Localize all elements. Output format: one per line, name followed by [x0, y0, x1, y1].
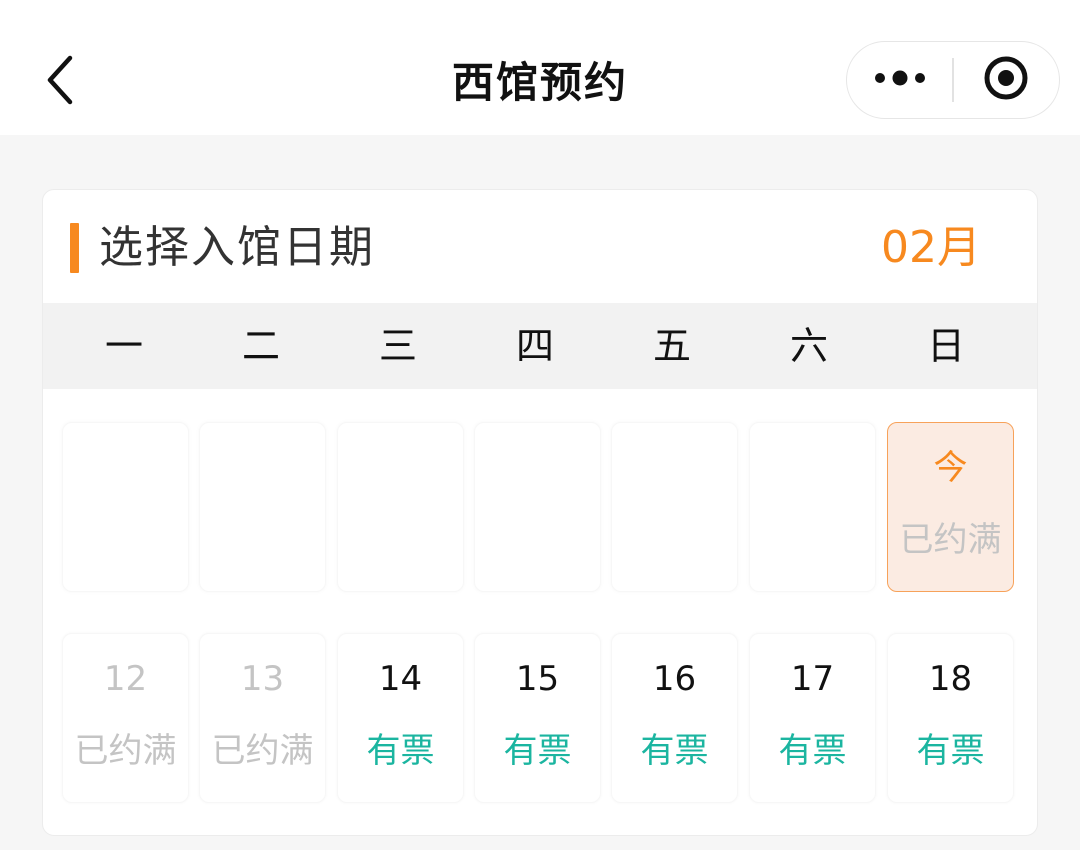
calendar-card: 选择入馆日期 02月 一 二 三 四 五 六 日 今 已约满 12 已约满 13… — [42, 189, 1038, 836]
day-status — [475, 515, 600, 565]
page-title: 西馆预约 — [451, 58, 628, 107]
day-status: 有票 — [916, 731, 985, 771]
day-status — [612, 515, 737, 565]
day-number — [200, 443, 325, 493]
day-status: 有票 — [366, 731, 435, 771]
day-status — [338, 515, 463, 565]
day-status — [200, 515, 325, 565]
calendar-day-cell[interactable]: 12 已约满 — [62, 633, 189, 803]
day-number: 今 — [933, 448, 968, 488]
day-status — [750, 515, 875, 565]
weekday-label: 四 — [515, 324, 554, 368]
calendar-day-cell — [611, 422, 738, 592]
month-label: 02月 — [881, 222, 981, 273]
day-status: 有票 — [778, 731, 847, 771]
calendar-day-cell[interactable]: 17 有票 — [749, 633, 876, 803]
day-number: 18 — [928, 659, 973, 699]
day-number — [475, 443, 600, 493]
more-dots-icon — [874, 70, 926, 90]
day-status: 有票 — [640, 731, 709, 771]
chevron-left-icon — [40, 52, 80, 108]
day-status: 已约满 — [899, 520, 1002, 560]
calendar-day-cell — [62, 422, 189, 592]
nav-bar: 西馆预约 — [0, 0, 1080, 135]
day-status: 已约满 — [74, 731, 177, 771]
back-button[interactable] — [30, 45, 90, 115]
day-number — [612, 443, 737, 493]
calendar-day-cell[interactable]: 15 有票 — [474, 633, 601, 803]
day-number — [338, 443, 463, 493]
weekday-label: 五 — [652, 324, 691, 368]
day-number — [63, 443, 188, 493]
calendar-day-cell — [337, 422, 464, 592]
day-number: 17 — [790, 659, 835, 699]
weekday-header-row: 一 二 三 四 五 六 日 — [43, 303, 1037, 389]
day-number: 13 — [240, 659, 285, 699]
calendar-title: 选择入馆日期 — [99, 222, 375, 273]
calendar-day-cell[interactable]: 13 已约满 — [199, 633, 326, 803]
calendar-day-cell[interactable]: 14 有票 — [337, 633, 464, 803]
record-circle-icon — [983, 55, 1029, 105]
title-accent-bar — [70, 223, 79, 273]
calendar-day-today[interactable]: 今 已约满 — [887, 422, 1014, 592]
calendar-header: 选择入馆日期 02月 — [43, 190, 1037, 303]
weekday-label: 六 — [789, 324, 828, 368]
calendar-day-cell[interactable]: 16 有票 — [611, 633, 738, 803]
more-button[interactable] — [847, 42, 952, 118]
weekday-label: 二 — [241, 324, 280, 368]
day-number: 14 — [378, 659, 423, 699]
mini-program-capsule — [846, 41, 1060, 119]
close-button[interactable] — [954, 42, 1059, 118]
day-number — [750, 443, 875, 493]
calendar-day-cell[interactable]: 18 有票 — [887, 633, 1014, 803]
weekday-label: 一 — [104, 324, 143, 368]
calendar-day-cell — [749, 422, 876, 592]
calendar-day-cell — [474, 422, 601, 592]
day-number: 12 — [103, 659, 148, 699]
day-number: 16 — [652, 659, 697, 699]
day-status — [63, 515, 188, 565]
calendar-day-cell — [199, 422, 326, 592]
weekday-label: 三 — [378, 324, 417, 368]
day-status: 已约满 — [211, 731, 314, 771]
day-status: 有票 — [503, 731, 572, 771]
day-number: 15 — [515, 659, 560, 699]
weekday-label: 日 — [926, 324, 965, 368]
